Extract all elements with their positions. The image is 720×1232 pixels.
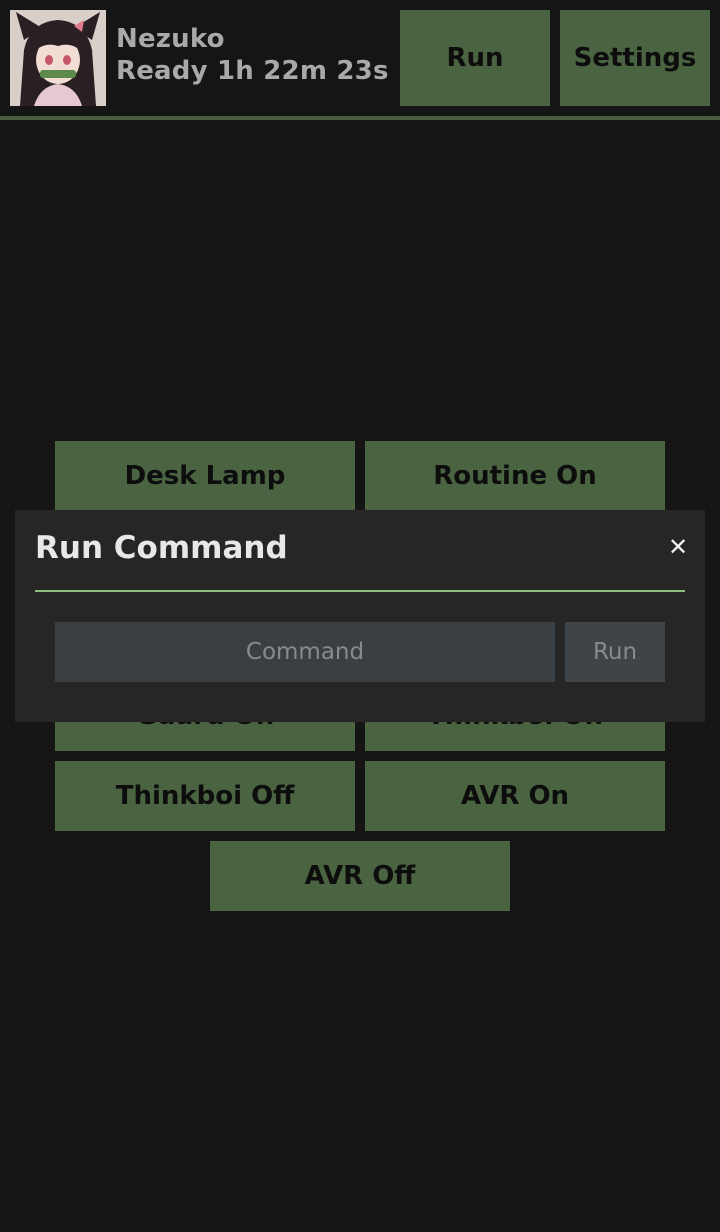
bot-avatar	[10, 10, 106, 106]
command-input[interactable]	[55, 622, 555, 682]
settings-button[interactable]: Settings	[560, 10, 710, 106]
app-page: Nezuko Ready 1h 22m 23s Run Settings Des…	[0, 0, 720, 1232]
bot-status: Ready 1h 22m 23s	[116, 56, 389, 86]
command-button-avr-off[interactable]: AVR Off	[210, 841, 510, 911]
command-button-routine-on[interactable]: Routine On	[365, 441, 665, 511]
modal-title: Run Command	[35, 530, 288, 566]
run-command-modal: Run Command ✕ Run	[15, 510, 705, 722]
header-divider	[0, 116, 720, 120]
command-button-thinkboi-off[interactable]: Thinkboi Off	[55, 761, 355, 831]
modal-divider	[35, 590, 685, 592]
modal-run-button[interactable]: Run	[565, 622, 665, 682]
close-icon[interactable]: ✕	[665, 533, 691, 561]
command-button-avr-on[interactable]: AVR On	[365, 761, 665, 831]
run-button[interactable]: Run	[400, 10, 550, 106]
avatar-image	[10, 10, 106, 106]
bot-name: Nezuko	[116, 24, 225, 54]
header: Nezuko Ready 1h 22m 23s Run Settings	[0, 0, 720, 116]
command-button-desk-lamp[interactable]: Desk Lamp	[55, 441, 355, 511]
